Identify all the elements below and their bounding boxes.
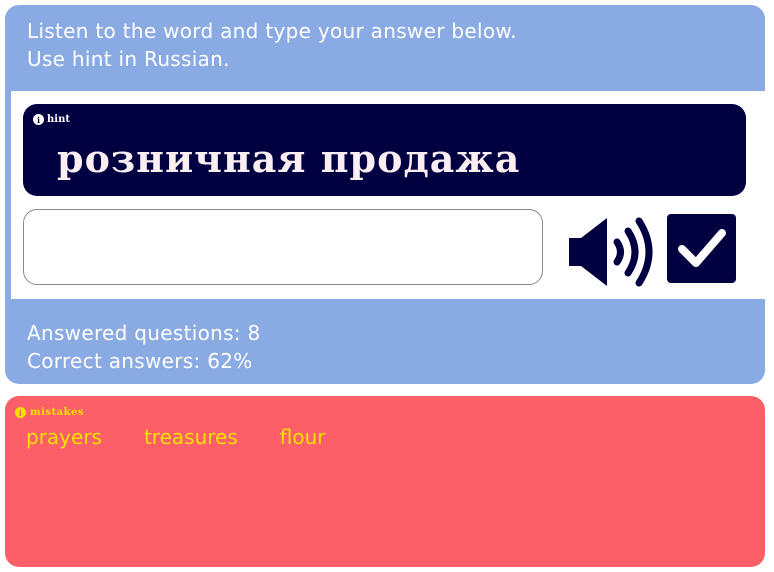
hint-word: розничная продажа	[57, 136, 521, 181]
checkmark-icon	[678, 229, 726, 267]
hint-box: i hint розничная продажа	[23, 104, 746, 196]
speaker-icon	[569, 217, 653, 287]
mistakes-label: i mistakes	[15, 407, 84, 418]
submit-button[interactable]	[667, 214, 736, 283]
quiz-panel: Listen to the word and type your answer …	[5, 5, 765, 384]
mistake-item: prayers	[26, 425, 102, 449]
mistake-item: treasures	[143, 425, 238, 449]
correct-percentage: Correct answers: 62%	[27, 349, 253, 373]
mistake-list: prayers treasures flour	[26, 425, 368, 449]
stats: Answered questions: 8 Correct answers: 6…	[27, 319, 261, 375]
hint-label-text: hint	[47, 114, 70, 125]
mistake-item: flour	[279, 425, 326, 449]
info-icon: i	[33, 114, 44, 125]
info-icon: i	[15, 407, 26, 418]
mistakes-panel: i mistakes prayers treasures flour	[5, 396, 765, 567]
instructions: Listen to the word and type your answer …	[27, 17, 517, 73]
instruction-line-2: Use hint in Russian.	[27, 47, 230, 71]
answered-count: Answered questions: 8	[27, 321, 261, 345]
hint-label: i hint	[33, 114, 70, 125]
mistakes-label-text: mistakes	[30, 407, 85, 418]
play-audio-button[interactable]	[567, 216, 659, 288]
instruction-line-1: Listen to the word and type your answer …	[27, 19, 517, 43]
answer-input[interactable]	[23, 209, 543, 285]
